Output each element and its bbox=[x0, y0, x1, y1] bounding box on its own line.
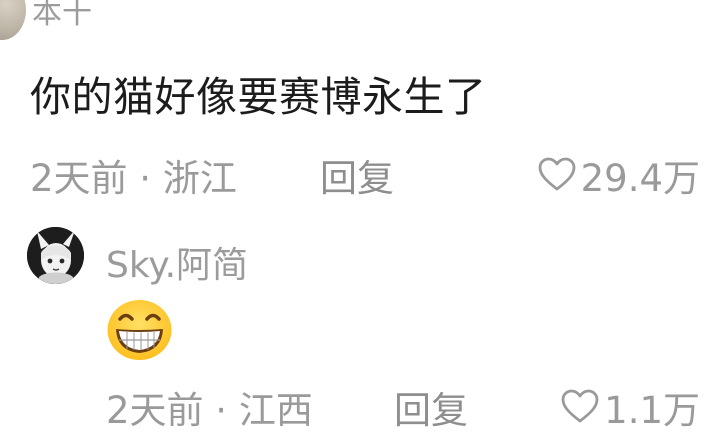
comment-meta-row: 2天前 · 浙江 回复 29.4万 bbox=[30, 148, 700, 200]
comment-text: 你的猫好像要赛博永生了 bbox=[30, 73, 487, 121]
reply-username[interactable]: Sky.阿简 bbox=[106, 236, 248, 288]
reply-avatar[interactable] bbox=[27, 227, 84, 284]
comment-avatar[interactable] bbox=[0, 0, 26, 40]
comment-username[interactable]: 本十 bbox=[32, 0, 92, 32]
reply-like-count: 1.1万 bbox=[604, 389, 700, 432]
reply-meta-row: 2天前 · 江西 回复 1.1万 bbox=[106, 380, 700, 432]
heart-outline-icon bbox=[537, 155, 577, 195]
comment-reply-button[interactable]: 回复 bbox=[320, 148, 394, 202]
comment-time-location: 2天前 · 浙江 bbox=[30, 157, 237, 200]
reply-like-button[interactable]: 1.1万 bbox=[560, 380, 700, 434]
reply-reply-button[interactable]: 回复 bbox=[394, 380, 468, 434]
comment-like-button[interactable]: 29.4万 bbox=[537, 148, 700, 202]
reply-time-location: 2天前 · 江西 bbox=[106, 389, 313, 432]
heart-outline-icon bbox=[560, 387, 600, 427]
comment-like-count: 29.4万 bbox=[580, 157, 700, 200]
grinning-face-emoji-icon bbox=[106, 299, 173, 361]
